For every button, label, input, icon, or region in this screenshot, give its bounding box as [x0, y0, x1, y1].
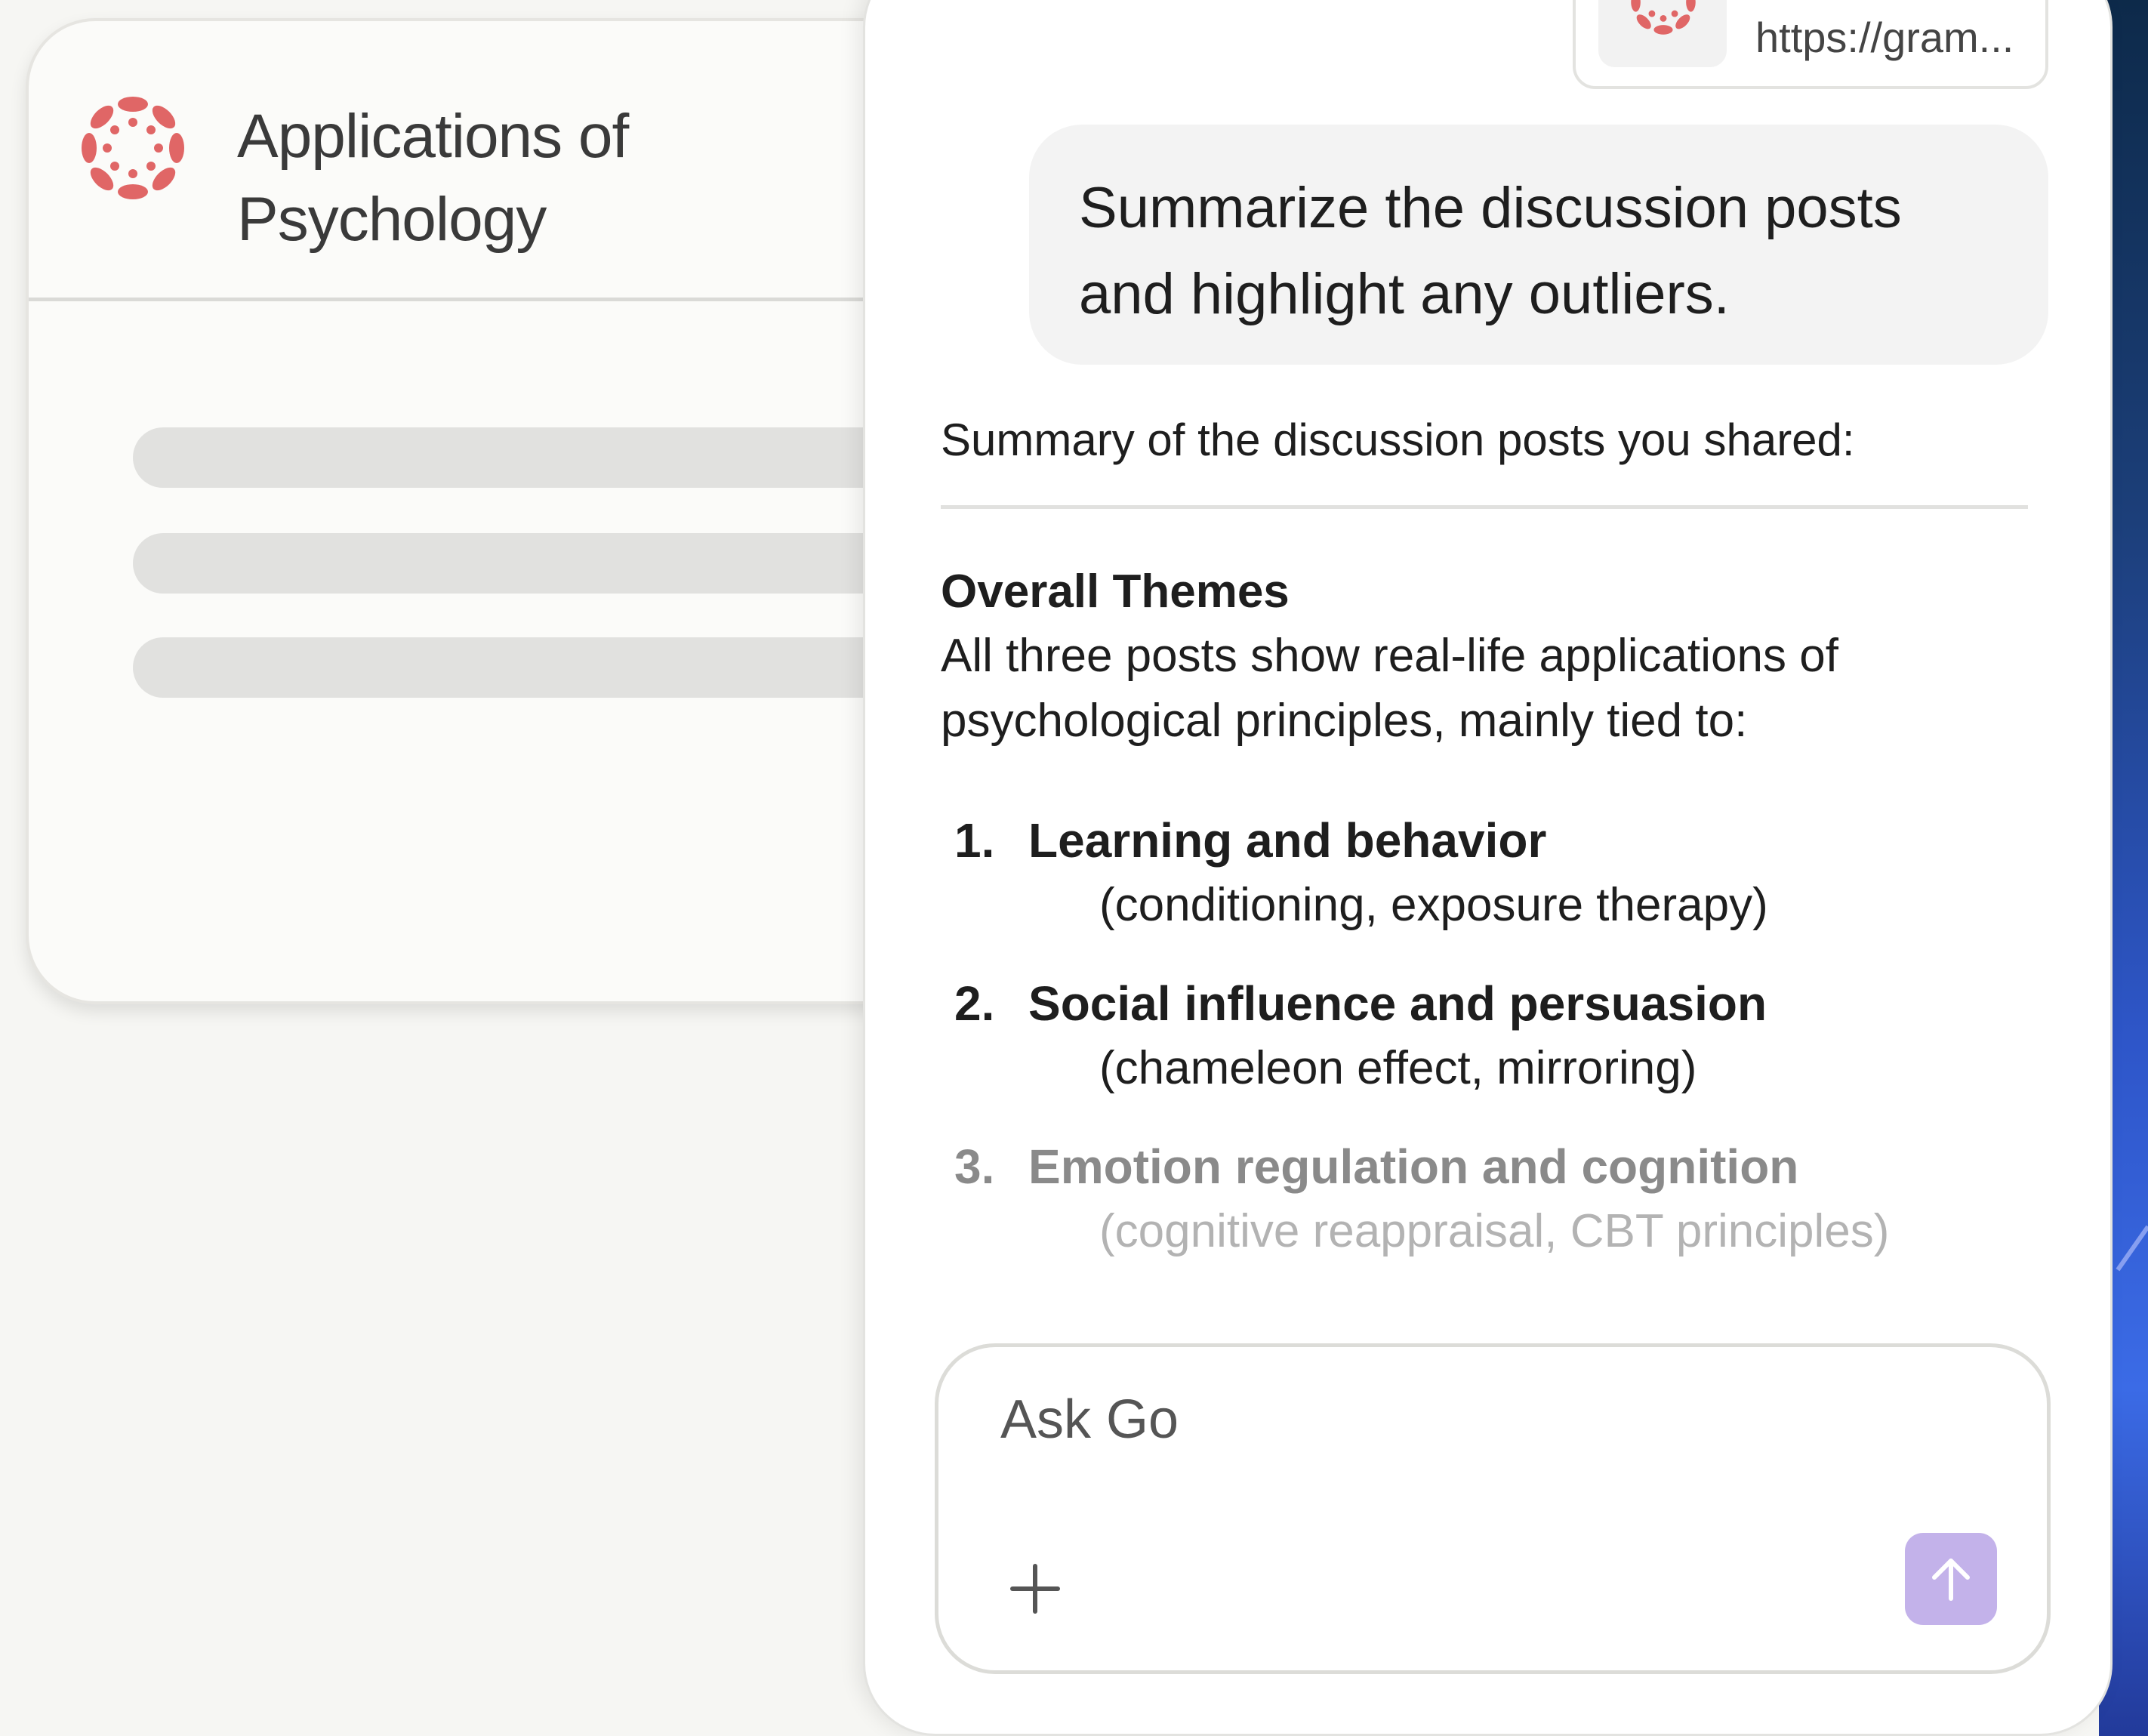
- theme-number: 3.: [954, 1139, 995, 1194]
- course-title: Applications of Psychology: [237, 102, 629, 254]
- theme-title: Emotion regulation and cognition: [1028, 1139, 1799, 1194]
- link-url: https://gram...: [1755, 14, 2014, 61]
- canvas-logo-icon: [82, 97, 184, 199]
- themes-heading: Overall Themes: [941, 566, 1290, 618]
- theme-number: 2.: [954, 976, 995, 1031]
- attached-link-chip[interactable]: https://gram...: [1573, 0, 2048, 89]
- background-light-streak: [2116, 1225, 2148, 1272]
- themes-body: All three posts show real-life applicati…: [941, 630, 1838, 747]
- theme-detail: (cognitive reappraisal, CBT principles): [1099, 1205, 1890, 1257]
- theme-item: 1. Learning and behavior (conditioning, …: [941, 808, 2028, 971]
- arrow-up-icon: [1932, 1559, 1970, 1601]
- send-button[interactable]: [1905, 1533, 1997, 1625]
- user-message-bubble: Summarize the discussion posts and highl…: [1029, 125, 2048, 365]
- ask-input[interactable]: [999, 1377, 1908, 1462]
- canvas-logo-icon: [1631, 0, 1696, 35]
- theme-item: 3. Emotion regulation and cognition (cog…: [941, 1134, 2028, 1297]
- response-intro: Summary of the discussion posts you shar…: [941, 415, 1855, 465]
- plus-icon: [1010, 1564, 1060, 1614]
- theme-detail: (conditioning, exposure therapy): [1099, 879, 1768, 931]
- chat-panel: https://gram... Summarize the discussion…: [863, 0, 2113, 1736]
- theme-title: Social influence and persuasion: [1028, 976, 1767, 1031]
- theme-item: 2. Social influence and persuasion (cham…: [941, 971, 2028, 1134]
- theme-number: 1.: [954, 813, 995, 868]
- chat-composer: [935, 1343, 2051, 1674]
- divider: [941, 505, 2028, 509]
- add-attachment-button[interactable]: [1005, 1559, 1065, 1619]
- theme-title: Learning and behavior: [1028, 813, 1547, 868]
- theme-detail: (chameleon effect, mirroring): [1099, 1042, 1697, 1094]
- themes-list: 1. Learning and behavior (conditioning, …: [941, 808, 2028, 1297]
- link-thumbnail: [1598, 0, 1727, 67]
- assistant-response: Summary of the discussion posts you shar…: [941, 410, 2028, 1297]
